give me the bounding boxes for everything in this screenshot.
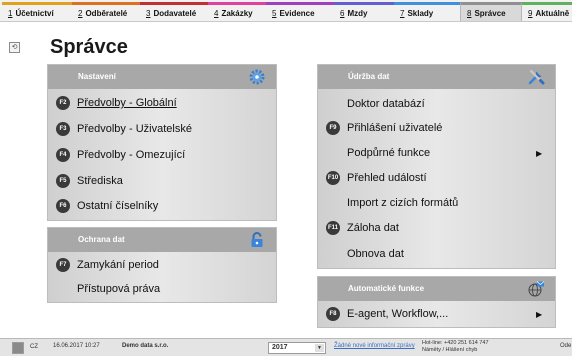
panel-title: Údržba dat xyxy=(348,72,390,81)
submenu-arrow-icon: ▶ xyxy=(536,149,543,158)
submenu-arrow-icon: ▶ xyxy=(536,310,543,319)
panel-header: Nastavení xyxy=(48,65,276,89)
globe-mail-icon xyxy=(528,281,545,297)
menu-ostatni-ciselniky[interactable]: F6 Ostatní číselníky xyxy=(56,196,158,216)
panel-header: Údržba dat xyxy=(318,65,555,89)
panel-udrzba-dat: Údržba dat Doktor databází F9 Přihlášení … xyxy=(317,64,556,269)
panel-automaticke-funkce: Automatické funkce F8 E-agent, Workflow,.… xyxy=(317,276,556,328)
power-icon[interactable] xyxy=(12,342,24,354)
tab-ucetnictvi[interactable]: 1 Účetnictví xyxy=(2,2,72,21)
f-key-badge: F3 xyxy=(56,122,70,136)
tab-aktualne[interactable]: 9 Aktuálně xyxy=(522,2,572,21)
year-select[interactable]: 2017 ▼ xyxy=(268,342,326,354)
status-company: Demo data s.r.o. xyxy=(122,343,169,349)
tab-sklady[interactable]: 7 Sklady xyxy=(394,2,460,21)
hotline-text: Hot-line: +420 251 614 747 xyxy=(422,340,489,346)
tab-spravce[interactable]: 8 Správce xyxy=(460,2,522,21)
f-key-badge: F9 xyxy=(326,121,340,135)
gear-icon xyxy=(249,69,265,85)
module-tab-bar: 1 Účetnictví 2 Odběratelé 3 Dodavatelé 4 Zak… xyxy=(0,0,572,22)
tools-icon xyxy=(528,69,545,85)
f-key-badge: F8 xyxy=(326,307,340,321)
tab-evidence[interactable]: 5 Evidence xyxy=(266,2,334,21)
year-value: 2017 xyxy=(272,344,288,351)
status-bar: CZ 16.06.2017 10:27 Demo data s.r.o. 201… xyxy=(0,338,572,356)
menu-predvolby-omezujici[interactable]: F4 Předvolby - Omezující xyxy=(56,145,185,165)
panel-header: Ochrana dat xyxy=(48,228,276,252)
panel-title: Nastavení xyxy=(78,72,116,81)
menu-strediska[interactable]: F5 Střediska xyxy=(56,171,123,191)
menu-predvolby-uzivatelske[interactable]: F3 Předvolby - Uživatelské xyxy=(56,119,192,139)
chevron-down-icon: ▼ xyxy=(315,344,324,352)
status-datetime: 16.06.2017 10:27 xyxy=(53,343,100,349)
tab-mzdy[interactable]: 6 Mzdy xyxy=(334,2,394,21)
language-indicator: CZ xyxy=(30,344,38,350)
menu-podpurne-funkce[interactable]: Podpůrné funkce xyxy=(326,143,430,163)
page-title: Správce xyxy=(50,36,128,58)
bug-report-link[interactable]: Náměty / Hlášení chyb xyxy=(422,347,477,353)
menu-prehled-udalosti[interactable]: F10 Přehled událostí xyxy=(326,168,427,188)
menu-e-agent-workflow[interactable]: F8 E-agent, Workflow,... xyxy=(326,304,448,324)
panel-header: Automatické funkce xyxy=(318,277,555,301)
panel-ochrana-dat: Ochrana dat F7 Zamykání period Přístupová… xyxy=(47,227,277,303)
f-key-badge: F10 xyxy=(326,171,340,185)
tab-zakazky[interactable]: 4 Zakázky xyxy=(208,2,266,21)
menu-doktor-databazi[interactable]: Doktor databází xyxy=(326,94,425,114)
tab-dodavatele[interactable]: 3 Dodavatelé xyxy=(140,2,208,21)
tab-odberatele[interactable]: 2 Odběratelé xyxy=(72,2,140,21)
panel-title: Automatické funkce xyxy=(348,284,425,293)
status-last: Ode xyxy=(560,343,572,349)
f-key-badge: F6 xyxy=(56,199,70,213)
menu-zaloha-dat[interactable]: F11 Záloha dat xyxy=(326,218,399,238)
lock-icon xyxy=(251,232,263,247)
menu-zamykani-period[interactable]: F7 Zamykání period xyxy=(56,255,159,275)
f-key-badge: F5 xyxy=(56,174,70,188)
f-key-badge: F7 xyxy=(56,258,70,272)
f-key-badge: F4 xyxy=(56,148,70,162)
menu-obnova-dat[interactable]: Obnova dat xyxy=(326,244,404,264)
menu-predvolby-globalni[interactable]: F2 Předvolby - Globální xyxy=(56,93,177,113)
f-key-badge: F11 xyxy=(326,221,340,235)
f-key-badge: F2 xyxy=(56,96,70,110)
menu-prihlaseni-uzivatele[interactable]: F9 Přihlášení uživatelé xyxy=(326,118,442,138)
panel-title: Ochrana dat xyxy=(78,235,125,244)
info-messages-link[interactable]: Žádné nové informační zprávy xyxy=(334,343,415,349)
panel-nastaveni: Nastavení F2 Předvolby - Globální F3 Předv… xyxy=(47,64,277,221)
menu-pristupova-prava[interactable]: Přístupová práva xyxy=(56,279,160,299)
menu-import-z-cizich-formatu[interactable]: Import z cizích formátů xyxy=(326,193,458,213)
restore-icon[interactable]: ⟲ xyxy=(9,42,20,53)
